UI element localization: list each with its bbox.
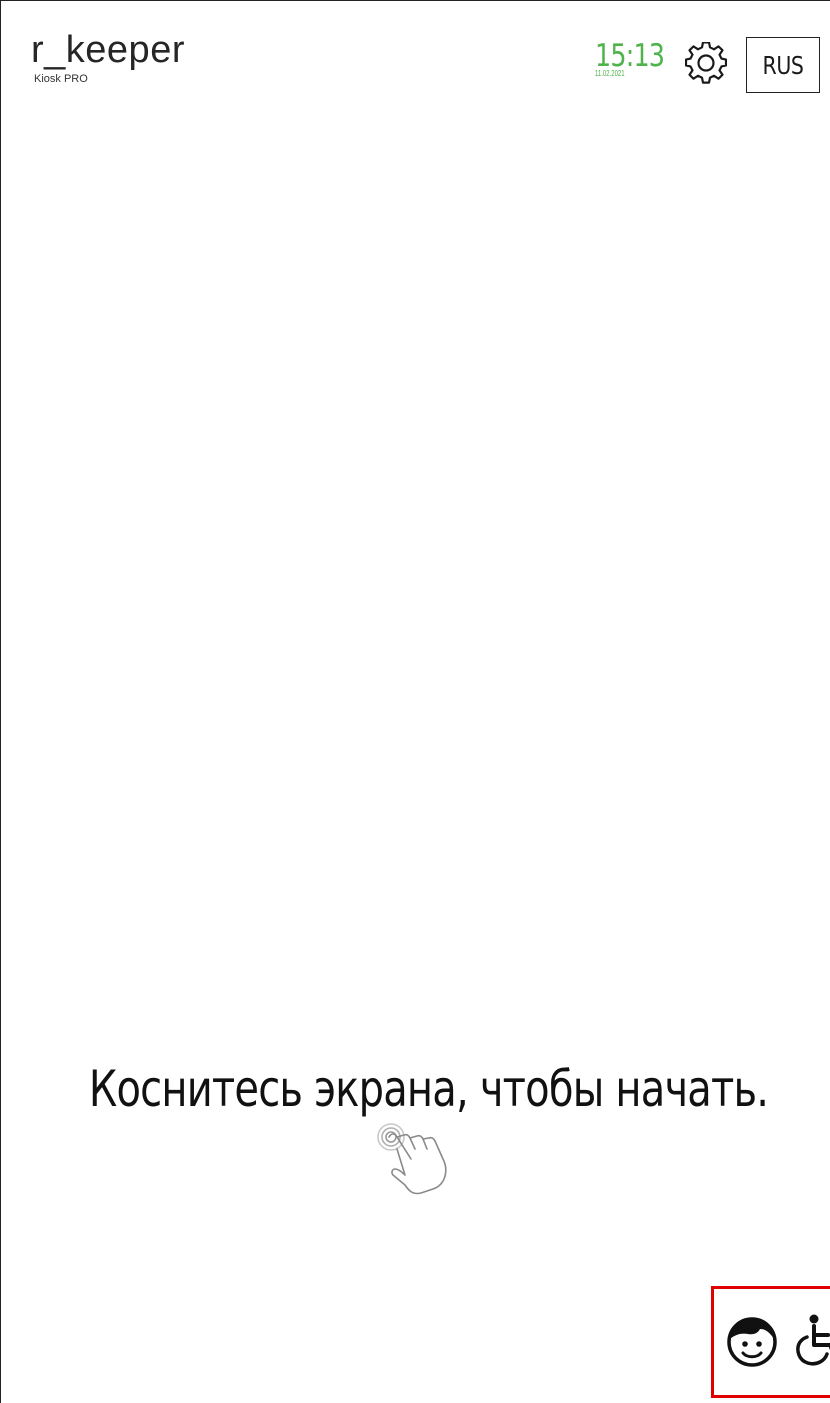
start-prompt-text: Коснитесь экрана, чтобы начать. (89, 1060, 769, 1118)
kids-mode-button[interactable] (724, 1313, 780, 1369)
accessibility-panel (711, 1286, 830, 1398)
settings-button[interactable] (684, 41, 728, 84)
touch-to-start-area[interactable] (1, 101, 830, 1081)
child-face-icon (727, 1317, 777, 1367)
clock-time: 15:13 (595, 38, 665, 74)
tap-hand-icon (377, 1123, 447, 1195)
logo: r_keeper Kiosk PRO (31, 29, 185, 85)
language-button[interactable]: RUS (746, 37, 820, 93)
clock: 15:13 11.02.2021 (595, 39, 675, 78)
wheelchair-mode-button[interactable] (790, 1313, 830, 1369)
gear-icon (684, 41, 728, 84)
language-label: RUS (762, 50, 804, 80)
wheelchair-icon (796, 1314, 830, 1366)
start-prompt: Коснитесь экрана, чтобы начать. (1, 1059, 830, 1119)
logo-subtitle: Kiosk PRO (34, 73, 88, 85)
logo-title: r_keeper (31, 29, 185, 71)
clock-date: 11.02.2021 (595, 69, 625, 78)
kiosk-screen: r_keeper Kiosk PRO 15:13 11.02.2021 RUS … (0, 0, 830, 1403)
